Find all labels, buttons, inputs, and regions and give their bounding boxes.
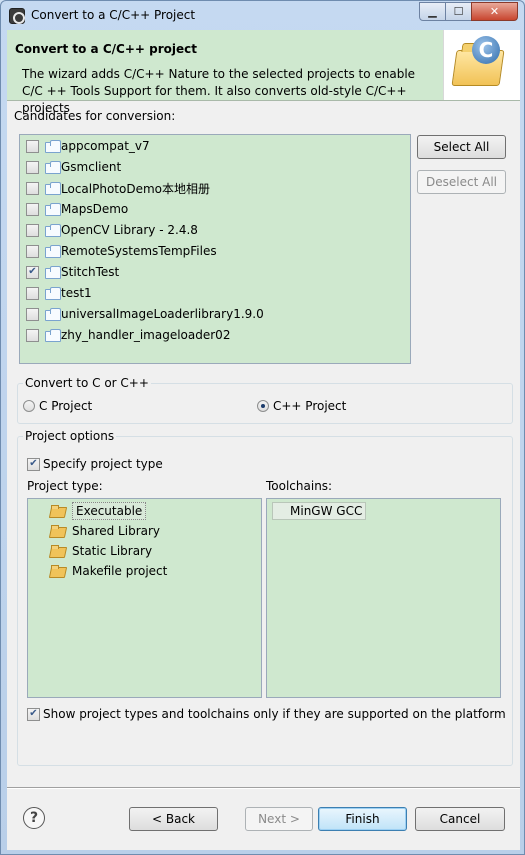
project-folder-icon [44, 329, 61, 342]
candidate-label: MapsDemo [61, 202, 129, 216]
window-title: Convert to a C/C++ Project [31, 8, 196, 22]
candidate-checkbox[interactable] [26, 286, 39, 300]
project-type-item[interactable]: Executable [50, 501, 147, 521]
candidate-item[interactable]: OpenCV Library - 2.4.8 [26, 220, 198, 240]
project-type-label: Shared Library [72, 524, 161, 538]
maximize-button[interactable]: ☐ [445, 2, 472, 21]
candidate-checkbox-checked[interactable]: ✔ [26, 265, 39, 279]
project-folder-icon [44, 266, 61, 279]
candidate-item[interactable]: appcompat_v7 [26, 136, 150, 156]
close-button[interactable]: ✕ [471, 2, 518, 21]
folder-icon [50, 505, 66, 517]
footer-separator [7, 787, 520, 789]
eclipse-app-icon [9, 8, 25, 24]
project-folder-icon [44, 182, 61, 195]
dialog-window: Convert to a C/C++ Project ▁ ☐ ✕ Convert… [0, 0, 525, 855]
project-type-label: Makefile project [72, 564, 168, 578]
c-project-radio[interactable] [23, 400, 35, 412]
toolchain-item[interactable]: MinGW GCC [272, 502, 367, 520]
project-options-group: Project options ✔ Specify project type P… [17, 429, 513, 766]
cpp-project-radio[interactable] [257, 400, 269, 412]
folder-icon [50, 525, 66, 537]
c-project-option[interactable]: C Project [23, 399, 92, 413]
candidate-item[interactable]: RemoteSystemsTempFiles [26, 241, 217, 261]
maximize-icon: ☐ [453, 5, 464, 18]
toolchains-list[interactable]: MinGW GCC [266, 498, 501, 698]
candidate-label: StitchTest [61, 265, 120, 279]
project-type-item[interactable]: Makefile project [50, 561, 167, 581]
minimize-icon: ▁ [428, 5, 437, 18]
candidate-item[interactable]: MapsDemo [26, 199, 128, 219]
candidates-list[interactable]: appcompat_v7 Gsmclient LocalPhotoDemo本地相… [19, 134, 411, 364]
folder-icon [50, 545, 66, 557]
candidate-label: zhy_handler_imageloader02 [61, 328, 231, 342]
banner-title: Convert to a C/C++ project [15, 42, 197, 56]
wizard-banner: Convert to a C/C++ project The wizard ad… [7, 30, 520, 115]
convert-group-title: Convert to C or C++ [23, 376, 151, 390]
finish-button[interactable]: Finish [318, 807, 407, 831]
project-type-item[interactable]: Static Library [50, 541, 152, 561]
help-icon[interactable]: ? [23, 807, 45, 829]
folder-icon [50, 565, 66, 577]
candidates-label: Candidates for conversion: [14, 109, 176, 123]
show-supported-checkbox[interactable]: ✔ [27, 707, 40, 721]
candidate-label: Gsmclient [61, 160, 122, 174]
next-button[interactable]: Next > [245, 807, 313, 831]
candidate-checkbox[interactable] [26, 181, 39, 195]
project-options-title: Project options [23, 429, 117, 443]
specify-type-option[interactable]: ✔ Specify project type [27, 457, 163, 471]
cpp-project-label: C++ Project [273, 399, 347, 413]
candidate-item[interactable]: universalImageLoaderlibrary1.9.0 [26, 304, 264, 324]
candidate-item[interactable]: ✔ StitchTest [26, 262, 119, 282]
project-folder-icon [44, 287, 61, 300]
dialog-body: Convert to a C/C++ project The wizard ad… [7, 30, 520, 850]
minimize-button[interactable]: ▁ [419, 2, 446, 21]
c-project-label: C Project [39, 399, 93, 413]
candidate-checkbox[interactable] [26, 160, 39, 174]
project-type-label: Project type: [27, 479, 103, 493]
convert-language-group: Convert to C or C++ C Project C++ Projec… [17, 376, 513, 424]
deselect-all-button[interactable]: Deselect All [417, 170, 506, 194]
candidate-checkbox[interactable] [26, 223, 39, 237]
candidate-label: appcompat_v7 [61, 139, 150, 153]
candidate-item[interactable]: LocalPhotoDemo本地相册 [26, 178, 210, 198]
show-supported-option[interactable]: ✔ Show project types and toolchains only… [27, 707, 506, 721]
candidate-checkbox[interactable] [26, 139, 39, 153]
specify-type-label: Specify project type [43, 457, 163, 471]
specify-type-checkbox[interactable]: ✔ [27, 457, 40, 471]
candidate-label: universalImageLoaderlibrary1.9.0 [61, 307, 264, 321]
candidate-label: test1 [61, 286, 92, 300]
wizard-banner-image: C [443, 30, 520, 100]
candidate-item[interactable]: zhy_handler_imageloader02 [26, 325, 230, 345]
candidate-item[interactable]: test1 [26, 283, 92, 303]
candidate-label: OpenCV Library - 2.4.8 [61, 223, 198, 237]
cancel-button[interactable]: Cancel [415, 807, 505, 831]
title-bar[interactable]: Convert to a C/C++ Project ▁ ☐ ✕ [1, 1, 524, 30]
candidate-checkbox[interactable] [26, 244, 39, 258]
toolchain-label: MinGW GCC [290, 504, 363, 518]
project-folder-icon [44, 224, 61, 237]
project-folder-icon [44, 140, 61, 153]
candidate-checkbox[interactable] [26, 307, 39, 321]
c-language-icon: C [472, 36, 500, 64]
project-folder-icon [44, 203, 61, 216]
select-all-button[interactable]: Select All [417, 135, 506, 159]
project-type-label: Static Library [72, 544, 153, 558]
back-button[interactable]: < Back [129, 807, 218, 831]
project-folder-icon [44, 308, 61, 321]
toolchains-label: Toolchains: [266, 479, 333, 493]
close-icon: ✕ [489, 5, 500, 18]
project-folder-icon [44, 161, 61, 174]
project-type-list[interactable]: Executable Shared Library Static Library… [27, 498, 262, 698]
project-type-item[interactable]: Shared Library [50, 521, 160, 541]
candidate-label: LocalPhotoDemo本地相册 [61, 181, 210, 196]
cpp-project-option[interactable]: C++ Project [257, 399, 346, 413]
project-folder-icon [44, 245, 61, 258]
candidate-item[interactable]: Gsmclient [26, 157, 121, 177]
candidate-checkbox[interactable] [26, 202, 39, 216]
candidate-label: RemoteSystemsTempFiles [61, 244, 217, 258]
show-supported-label: Show project types and toolchains only i… [43, 707, 506, 721]
candidate-checkbox[interactable] [26, 328, 39, 342]
project-type-label-selected: Executable [72, 502, 147, 520]
